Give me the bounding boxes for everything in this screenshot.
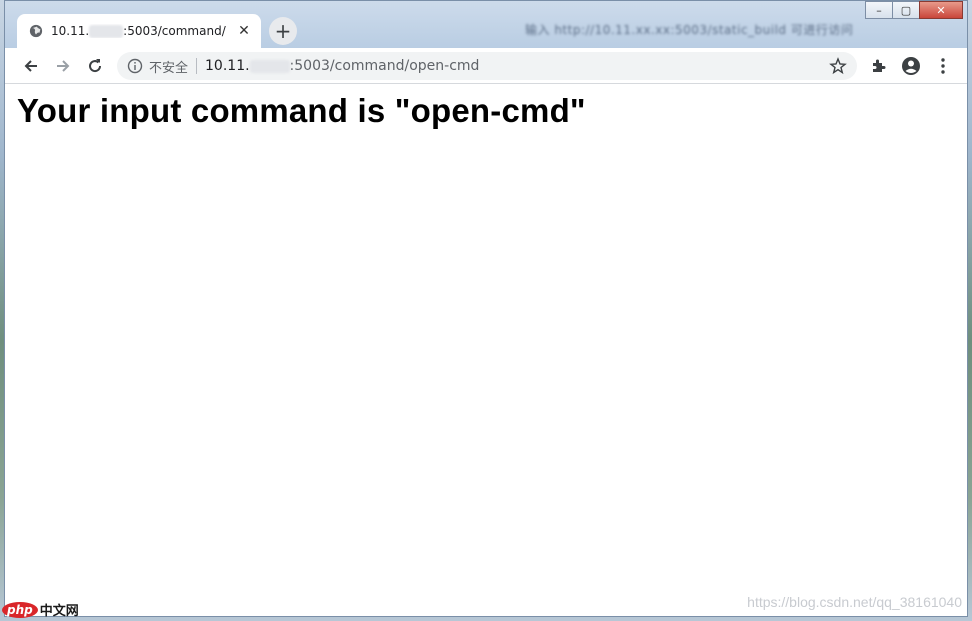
page-heading: Your input command is "open-cmd" [17, 92, 586, 129]
php-watermark: php 中文网 [2, 600, 79, 619]
forward-button[interactable] [51, 54, 75, 78]
url-path: /command/open-cmd [329, 58, 480, 74]
info-icon[interactable] [127, 58, 143, 74]
title-bar: 输入 http://10.11.xx.xx:5003/static_build … [5, 1, 967, 48]
reload-button[interactable] [83, 54, 107, 78]
window-controls: – ▢ ✕ [865, 1, 963, 19]
profile-button[interactable] [899, 54, 923, 78]
new-tab-button[interactable]: + [269, 17, 297, 45]
arrow-left-icon [24, 60, 37, 72]
url-port: :5003 [289, 58, 330, 74]
page-content: Your input command is "open-cmd" [5, 84, 967, 616]
tab-title: 10.11. :5003/command/ [51, 24, 235, 38]
globe-icon [29, 24, 43, 38]
security-label: 不安全 [149, 60, 189, 76]
tab-close-icon[interactable]: ✕ [235, 23, 253, 39]
star-icon[interactable] [829, 57, 847, 75]
close-button[interactable]: ✕ [919, 1, 963, 19]
arrow-right-icon [57, 60, 70, 72]
reload-icon [89, 59, 102, 73]
browser-toolbar: 不安全 10.11. :5003/command/open-cmd [5, 48, 967, 84]
address-bar[interactable]: 不安全 10.11. :5003/command/open-cmd [117, 52, 857, 80]
tab-title-prefix: 10.11. [51, 24, 90, 38]
url-host-prefix: 10.11. [205, 58, 250, 74]
puzzle-icon [873, 59, 886, 72]
menu-button[interactable] [931, 54, 955, 78]
account-circle-icon [902, 57, 920, 75]
php-logo: php [2, 601, 38, 618]
tab-title-suffix: :5003/command/ [123, 24, 226, 38]
redacted-blur [249, 59, 290, 73]
divider [196, 58, 198, 74]
maximize-button[interactable]: ▢ [892, 1, 920, 19]
minimize-button[interactable]: – [865, 1, 893, 19]
extensions-button[interactable] [867, 54, 891, 78]
redacted-blur [89, 25, 124, 38]
background-window-text: 输入 http://10.11.xx.xx:5003/static_build … [525, 23, 854, 37]
browser-tab[interactable]: 10.11. :5003/command/ ✕ [17, 14, 261, 48]
more-vert-icon [941, 58, 945, 74]
browser-window: 输入 http://10.11.xx.xx:5003/static_build … [4, 0, 968, 617]
csdn-watermark: https://blog.csdn.net/qq_38161040 [747, 594, 962, 610]
url-text[interactable]: 10.11. :5003/command/open-cmd [205, 58, 829, 74]
back-button[interactable] [19, 54, 43, 78]
php-watermark-text: 中文网 [39, 604, 79, 619]
